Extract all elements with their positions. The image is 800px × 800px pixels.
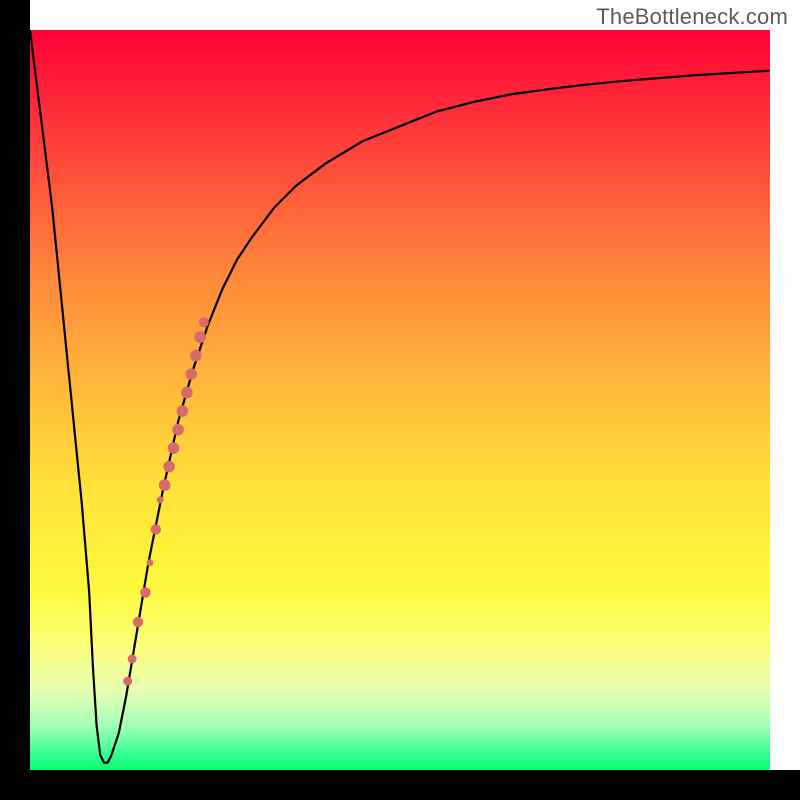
- curve-marker: [159, 479, 171, 491]
- curve-marker: [194, 331, 206, 343]
- curve-marker: [157, 496, 164, 503]
- curve-marker: [181, 387, 193, 399]
- curve-marker: [172, 424, 184, 436]
- curve-marker: [140, 587, 150, 597]
- chart-container: TheBottleneck.com: [0, 0, 800, 800]
- curve-marker: [146, 559, 153, 566]
- curve-marker: [199, 317, 209, 327]
- curve-marker: [151, 524, 161, 534]
- curve-marker: [168, 442, 180, 454]
- x-axis-band: [0, 770, 800, 800]
- chart-svg: [30, 30, 770, 770]
- curve-marker: [133, 617, 143, 627]
- y-axis-band: [0, 0, 30, 800]
- watermark: TheBottleneck.com: [596, 4, 788, 30]
- curve-marker: [163, 461, 175, 473]
- bottleneck-curve: [30, 30, 770, 763]
- curve-marker: [177, 405, 189, 417]
- curve-marker: [128, 655, 137, 664]
- curve-marker: [186, 368, 198, 380]
- curve-marker: [123, 677, 132, 686]
- curve-marker: [190, 350, 202, 362]
